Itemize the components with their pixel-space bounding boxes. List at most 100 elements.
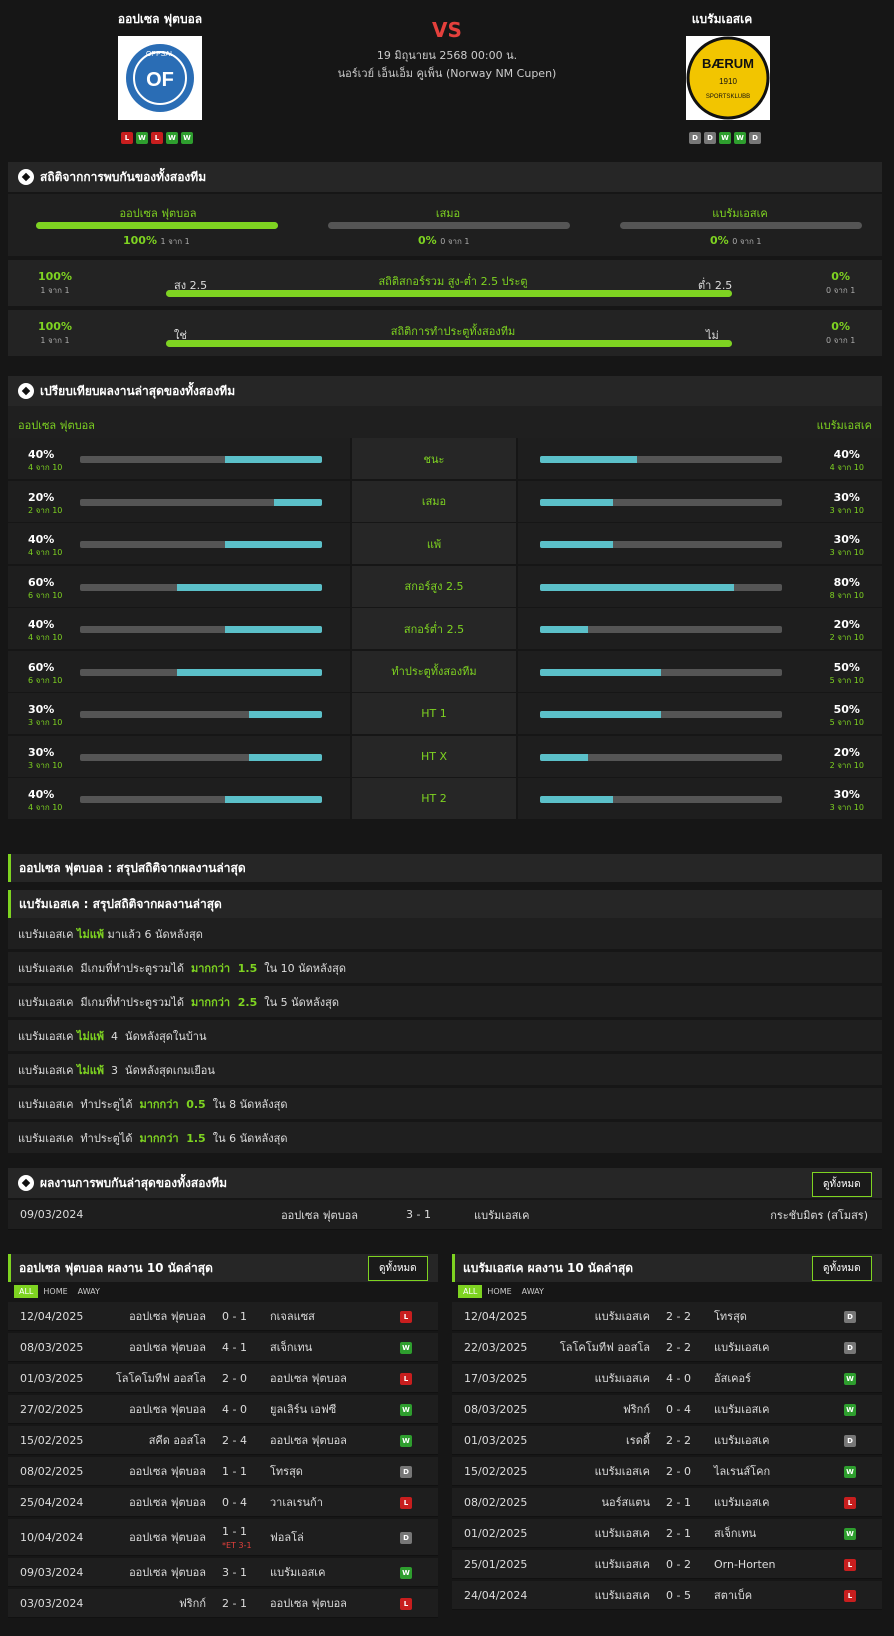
tab-all[interactable]: ALL xyxy=(14,1285,39,1298)
match-row[interactable]: 12/04/2025 ออปเซล ฟุตบอล 0 - 1 กเจลแซส L xyxy=(8,1302,438,1331)
home-count: 4 จาก 10 xyxy=(28,803,63,812)
match-row[interactable]: 08/02/2025 ออปเซล ฟุตบอล 1 - 1 โทรสุด D xyxy=(8,1457,438,1486)
compare-row: 40% 4 จาก 10 ชนะ 40% 4 จาก 10 xyxy=(8,438,882,480)
match-score: 0 - 5 xyxy=(666,1589,691,1602)
compare-home-cell: 40% 4 จาก 10 xyxy=(8,523,350,564)
compare-header: เปรียบเทียบผลงานล่าสุดของทั้งสองทีม xyxy=(8,376,882,406)
summary-text: แบรัมเอสเค xyxy=(18,1029,77,1043)
compare-away-cell: 20% 2 จาก 10 xyxy=(518,608,882,649)
away-bar xyxy=(540,668,782,676)
compare-home-stat: 20% 2 จาก 10 xyxy=(28,491,62,517)
match-away: แบรัมเอสเค xyxy=(474,1208,530,1222)
match-row[interactable]: 01/03/2025 โลโคโมทีฟ ออสโล 2 - 0 ออปเซล ฟุต… xyxy=(8,1364,438,1393)
result-badge: L xyxy=(844,1496,856,1509)
match-row[interactable]: 08/02/2025 นอร์สแตน 2 - 1 แบรัมเอสเค L xyxy=(452,1488,882,1517)
home-pct: 40% xyxy=(28,788,55,801)
match-row[interactable]: 01/03/2025 เรดดี้ 2 - 2 แบรัมเอสเค D xyxy=(452,1426,882,1455)
match-row[interactable]: 27/02/2025 ออปเซล ฟุตบอล 4 - 0 ยูลเลิร์น เอ… xyxy=(8,1395,438,1424)
summary-text: แบรัมเอสเค ทำประตูได้ xyxy=(18,1131,140,1145)
match-score: 0 - 4 xyxy=(666,1403,691,1416)
result-badge: D xyxy=(400,1465,412,1478)
result-badge: W xyxy=(844,1372,856,1385)
home-bar-fill xyxy=(176,668,322,676)
match-score: 4 - 0 xyxy=(222,1403,247,1416)
home-view-all-button[interactable]: ดูทั้งหมด xyxy=(368,1256,428,1281)
match-away: โทรสุด xyxy=(714,1310,747,1323)
match-date: 12/04/2025 xyxy=(464,1309,528,1323)
match-row[interactable]: 08/03/2025 ฟริกก์ 0 - 4 แบรัมเอสเค W xyxy=(452,1395,882,1424)
match-row[interactable]: 25/04/2024 ออปเซล ฟุตบอล 0 - 4 วาเลเรนก้า L xyxy=(8,1488,438,1517)
compare-label-cell: เสมอ xyxy=(352,480,516,522)
summary-text: แบรัมเอสเค มีเกมที่ทำประตูรวมได้ xyxy=(18,995,191,1009)
away-bar xyxy=(540,498,782,506)
match-away: สเจ็กเทน xyxy=(270,1341,313,1354)
match-home: แบรัมเอสเค xyxy=(594,1465,650,1478)
match-date: 12/04/2025 xyxy=(20,1309,84,1323)
match-home: โลโคโมทีฟ ออสโล xyxy=(115,1372,206,1385)
summary-text: ไม่แพ้ xyxy=(76,1029,105,1043)
tab-away[interactable]: AWAY xyxy=(517,1285,549,1298)
match-row[interactable]: 03/03/2024 ฟริกก์ 2 - 1 ออปเซล ฟุตบอล L xyxy=(8,1589,438,1618)
compare-row: 20% 2 จาก 10 เสมอ 30% 3 จาก 10 xyxy=(8,480,882,523)
match-home: ออปเซล ฟุตบอล xyxy=(129,1310,206,1323)
summary-text: 3 นัดหลังสุดเกมเยือน xyxy=(104,1063,215,1077)
h2h-home-bar xyxy=(36,222,278,229)
away-bar xyxy=(540,583,782,591)
away-bar-fill xyxy=(540,711,661,718)
h2h-match-row[interactable]: 09/03/2024 ออปเซล ฟุตบอล 3 - 1 แบรัมเอสเ… xyxy=(8,1200,882,1230)
summary-text: ใน 10 นัดหลังสุด xyxy=(257,961,346,975)
match-away: แบรัมเอสเค xyxy=(714,1496,770,1509)
compare-away-cell: 40% 4 จาก 10 xyxy=(518,438,882,479)
match-date: 27/02/2025 xyxy=(20,1402,84,1416)
match-score: 2 - 0 xyxy=(222,1372,247,1385)
match-score: 2 - 2 xyxy=(666,1434,691,1447)
match-row[interactable]: 17/03/2025 แบรัมเอสเค 4 - 0 อัสเคอร์ W xyxy=(452,1364,882,1393)
match-row[interactable]: 01/02/2025 แบรัมเอสเค 2 - 1 สเจ็กเทน W xyxy=(452,1519,882,1548)
match-row[interactable]: 09/03/2024 ออปเซล ฟุตบอล 3 - 1 แบรัมเอสเค W xyxy=(8,1558,438,1587)
result-badge: L xyxy=(400,1597,412,1610)
home-bar-fill xyxy=(225,456,322,463)
away-bar-fill xyxy=(540,796,613,803)
h2h-draw-stat: 0% 0 จาก 1 xyxy=(418,234,470,247)
match-date: 08/02/2025 xyxy=(20,1464,84,1478)
away-bar-fill xyxy=(540,626,589,633)
over-under-panel: 100% 1 จาก 1 สูง 2.5 สถิติสกอร์รวม สูง-ต่… xyxy=(8,260,882,306)
h2h-view-all-button[interactable]: ดูทั้งหมด xyxy=(812,1172,872,1197)
compare-away-stat: 50% 5 จาก 10 xyxy=(830,703,864,729)
away-bar xyxy=(540,626,782,633)
match-row[interactable]: 10/04/2024 ออปเซล ฟุตบอล 1 - 1 ฟอลโล่ D *ET 3… xyxy=(8,1519,438,1556)
away-bar xyxy=(540,711,782,718)
compare-label-cell: แพ้ xyxy=(352,523,516,564)
match-row[interactable]: 15/02/2025 แบรัมเอสเค 2 - 0 ไลเรนส์โคก W xyxy=(452,1457,882,1486)
away-view-all-button[interactable]: ดูทั้งหมด xyxy=(812,1256,872,1281)
summary-item: แบรัมเอสเค ไม่แพ้ 3 นัดหลังสุดเกมเยือน xyxy=(8,1054,882,1085)
match-row[interactable]: 25/01/2025 แบรัมเอสเค 0 - 2 Orn-Horten L xyxy=(452,1550,882,1579)
form-badge: W xyxy=(181,132,193,144)
tab-all[interactable]: ALL xyxy=(458,1285,483,1298)
home-bar-fill xyxy=(249,711,322,718)
tab-home[interactable]: HOME xyxy=(38,1285,72,1298)
match-date: 09/03/2024 xyxy=(20,1208,84,1221)
match-score: 2 - 2 xyxy=(666,1341,691,1354)
h2h-away-label: แบรัมเอสเค xyxy=(712,207,768,220)
svg-text:BÆRUM: BÆRUM xyxy=(702,56,754,71)
result-badge: W xyxy=(844,1527,856,1540)
tab-home[interactable]: HOME xyxy=(482,1285,516,1298)
away-team-name[interactable]: แบรัมเอสเค xyxy=(622,10,822,29)
compare-row: 30% 3 จาก 10 HT X 20% 2 จาก 10 xyxy=(8,735,882,778)
soccer-ball-icon xyxy=(18,169,34,185)
match-row[interactable]: 12/04/2025 แบรัมเอสเค 2 - 2 โทรสุด D xyxy=(452,1302,882,1331)
match-row[interactable]: 15/02/2025 สคีด ออสโล 2 - 4 ออปเซล ฟุตบอล W xyxy=(8,1426,438,1455)
away-team-logo[interactable]: BÆRUM 1910 SPORTSKLUBB xyxy=(686,36,770,120)
result-badge: L xyxy=(844,1589,856,1602)
match-away: กเจลแซส xyxy=(270,1310,315,1323)
tab-away[interactable]: AWAY xyxy=(73,1285,105,1298)
match-row[interactable]: 08/03/2025 ออปเซล ฟุตบอล 4 - 1 สเจ็กเทน W xyxy=(8,1333,438,1362)
summary-text: ใน 5 นัดหลังสุด xyxy=(257,995,339,1009)
away-count: 4 จาก 10 xyxy=(829,463,864,472)
home-summary-header: ออปเซล ฟุตบอล : สรุปสถิติจากผลงานล่าสุด xyxy=(8,854,882,882)
compare-home-stat: 40% 4 จาก 10 xyxy=(28,448,62,474)
match-row[interactable]: 22/03/2025 โลโคโมทีฟ ออสโล 2 - 2 แบรัมเอสเค… xyxy=(452,1333,882,1362)
match-row[interactable]: 24/04/2024 แบรัมเอสเค 0 - 5 สตาเบ็ค L xyxy=(452,1581,882,1610)
summary-item: แบรัมเอสเค มีเกมที่ทำประตูรวมได้ มากกว่า… xyxy=(8,986,882,1017)
